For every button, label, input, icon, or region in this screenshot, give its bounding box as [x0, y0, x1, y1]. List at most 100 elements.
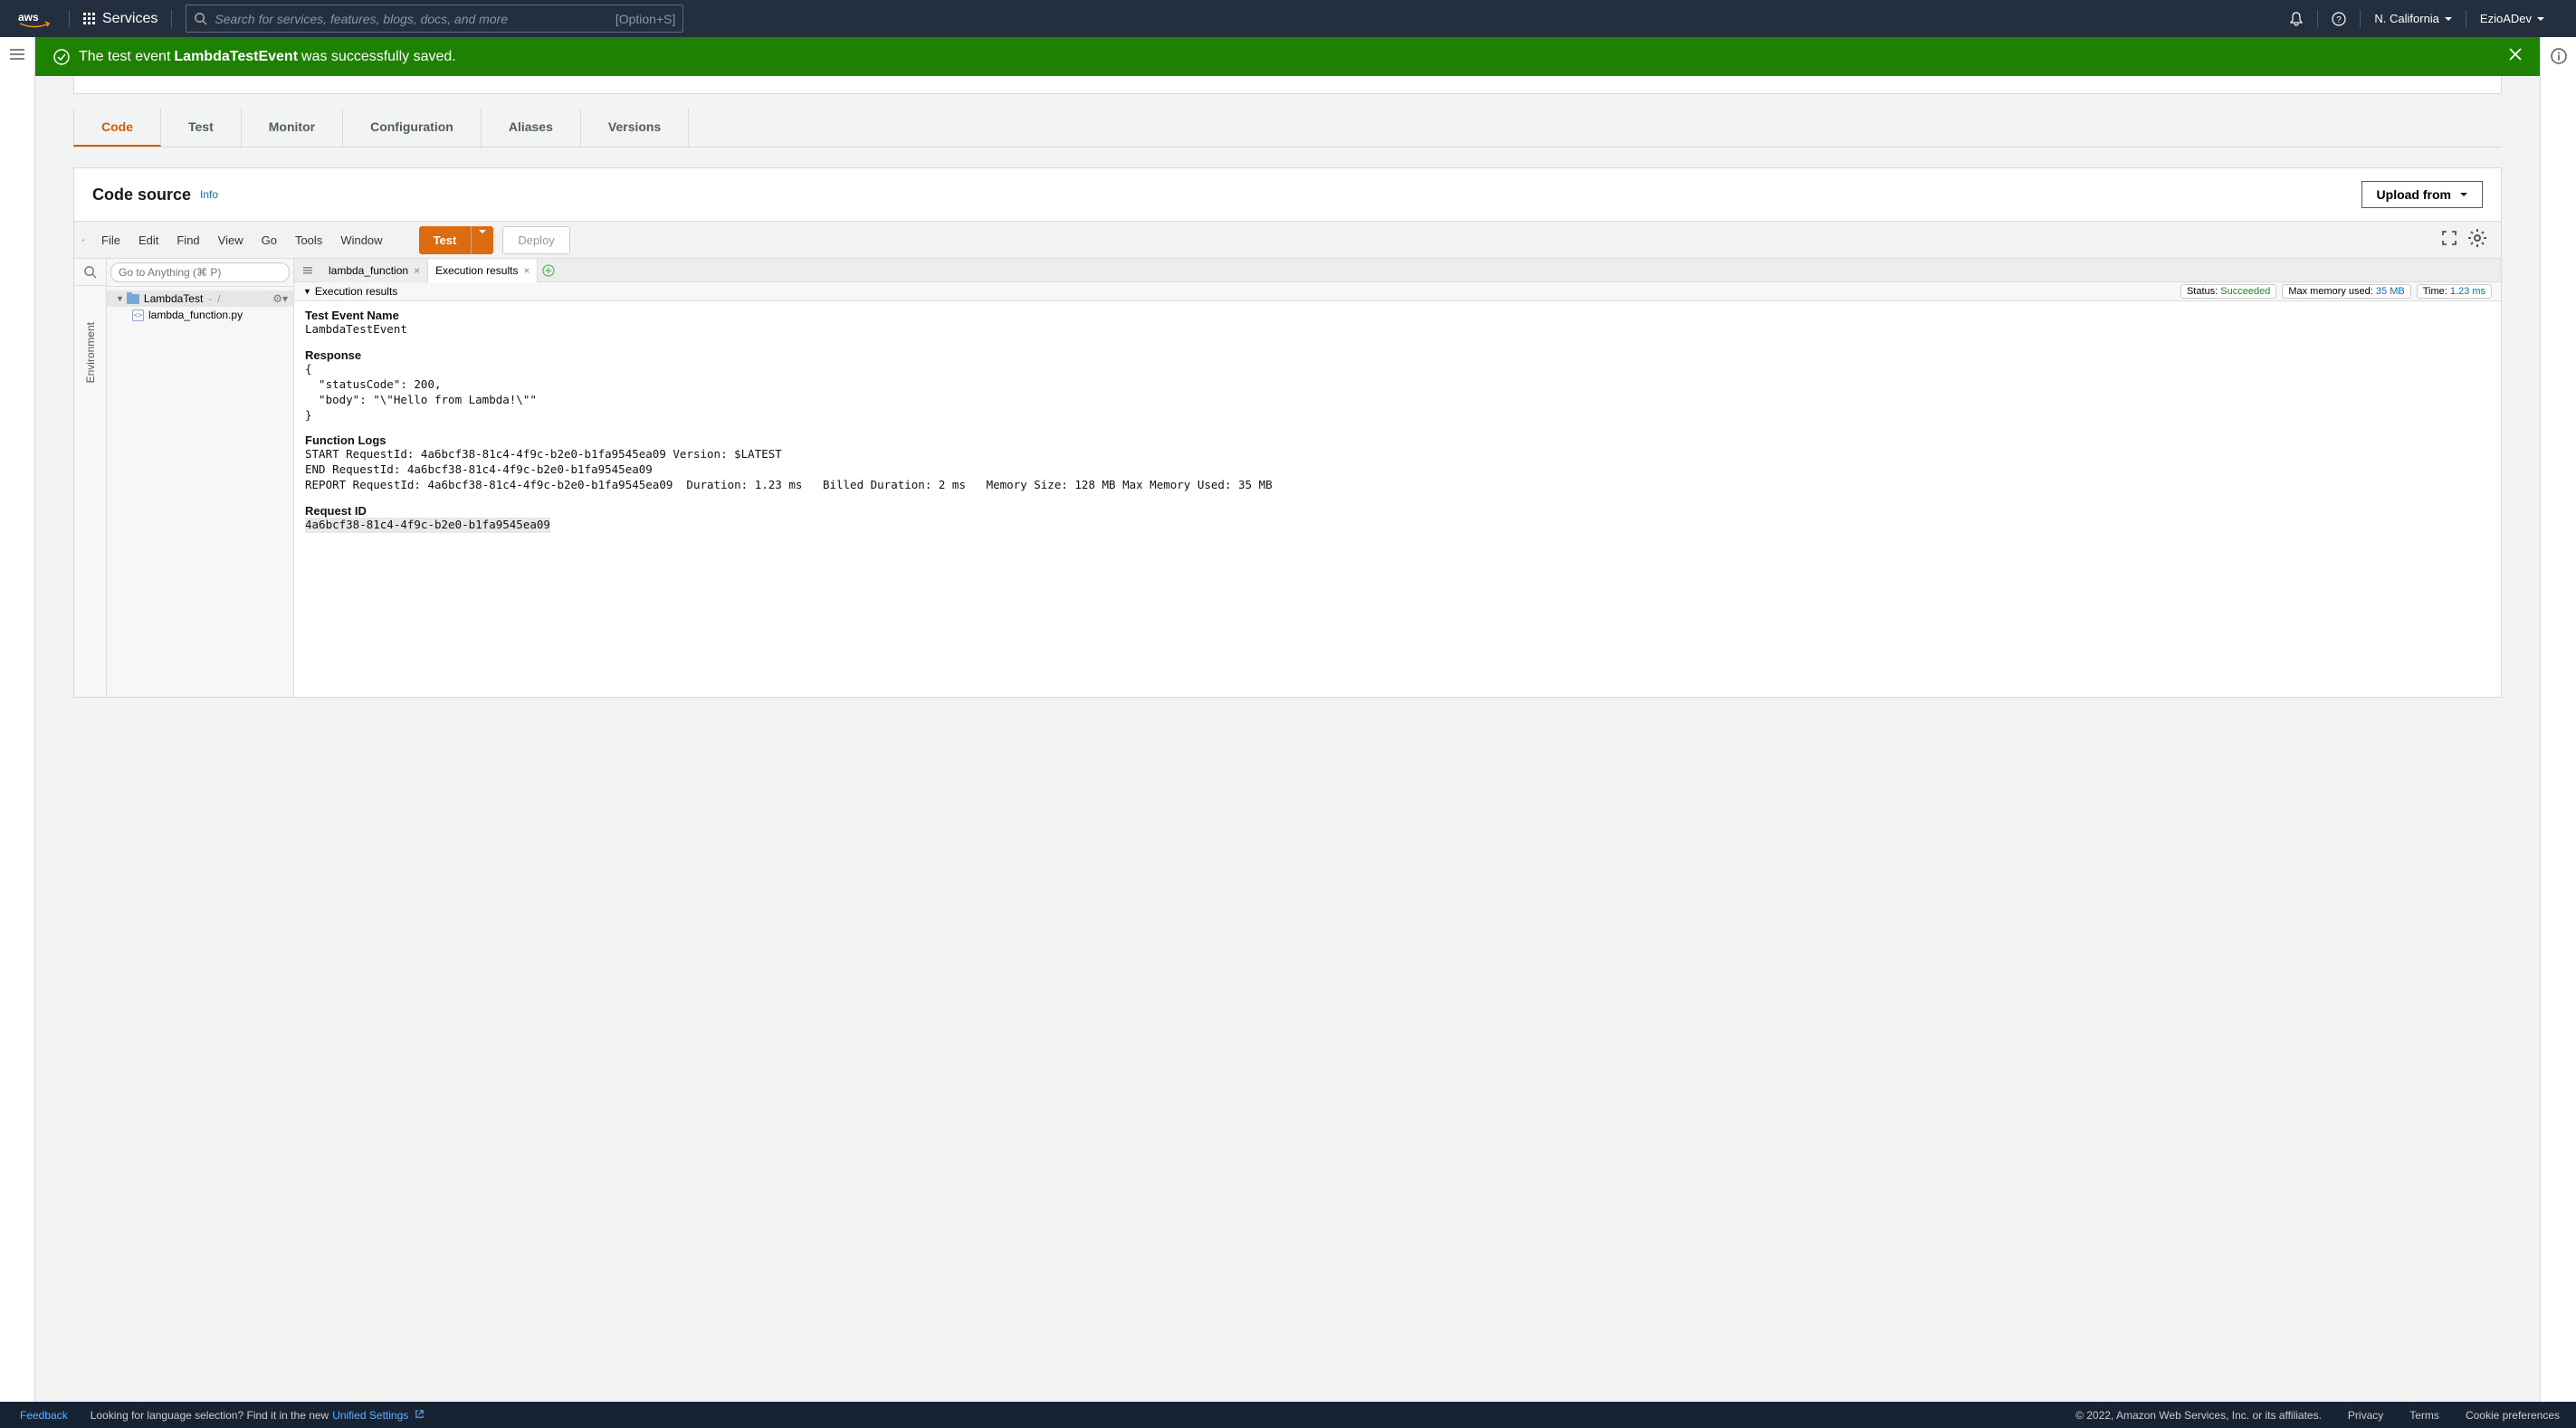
ide-test-dropdown[interactable] [471, 226, 493, 254]
tree-folder-root[interactable]: ▼ LambdaTest - / ⚙▾ [107, 290, 293, 307]
svg-text:aws: aws [18, 11, 39, 24]
flash-text-prefix: The test event [79, 49, 170, 65]
menubar-collapse-button[interactable] [74, 235, 92, 244]
exec-header-label: Execution results [315, 285, 397, 298]
ide-test-button[interactable]: Test [419, 226, 472, 254]
chevron-down-icon [2445, 17, 2452, 21]
search-icon [83, 265, 97, 279]
info-link[interactable]: Info [200, 188, 218, 201]
ide-search-panel-button[interactable] [74, 259, 106, 286]
tree-folder-path: / [217, 292, 220, 305]
tree-settings-button[interactable]: ⚙▾ [272, 292, 288, 305]
menu-tools[interactable]: Tools [286, 233, 331, 247]
search-input[interactable] [215, 12, 615, 26]
function-tabs: Code Test Monitor Configuration Aliases … [73, 109, 2502, 148]
tab-monitor[interactable]: Monitor [242, 109, 343, 147]
region-label: N. California [2374, 12, 2439, 25]
editor-tab-results-label: Execution results [435, 264, 518, 277]
expand-icon [2442, 231, 2457, 245]
header-right: ? N. California EzioADev [2275, 0, 2558, 37]
editor-tab-file[interactable]: lambda_function × [321, 259, 428, 282]
status-pill: Status: Succeeded [2180, 284, 2276, 299]
gear-icon [2467, 228, 2487, 248]
menu-edit[interactable]: Edit [129, 233, 167, 247]
menu-view[interactable]: View [209, 233, 253, 247]
tab-configuration[interactable]: Configuration [343, 109, 482, 147]
search-shortcut: [Option+S] [615, 12, 676, 26]
chevron-down-icon [2537, 17, 2544, 21]
tree-file-name: lambda_function.py [148, 309, 243, 321]
tab-aliases[interactable]: Aliases [482, 109, 581, 147]
services-label: Services [102, 11, 157, 27]
tab-versions[interactable]: Versions [581, 109, 689, 147]
terms-link[interactable]: Terms [2409, 1409, 2439, 1422]
chevron-down-icon [479, 230, 486, 247]
flash-success: The test event LambdaTestEvent was succe… [35, 37, 2540, 76]
editor-tab-results[interactable]: Execution results × [428, 259, 538, 282]
account-dropdown[interactable]: EzioADev [2466, 12, 2558, 25]
time-value: 1.23 ms [2450, 286, 2485, 297]
top-header: aws Services [Option+S] ? N. California … [0, 0, 2576, 37]
new-tab-button[interactable] [538, 264, 559, 277]
test-event-value: LambdaTestEvent [305, 322, 407, 336]
response-body: { "statusCode": 200, "body": "\"Hello fr… [305, 362, 537, 422]
tab-strip-scroll[interactable] [294, 265, 321, 276]
reqid-section: Request ID 4a6bcf38-81c4-4f9c-b2e0-b1fa9… [305, 504, 2490, 533]
main-content: The test event LambdaTestEvent was succe… [35, 37, 2540, 1402]
status-prefix: Status: [2187, 286, 2218, 297]
test-event-section: Test Event Name LambdaTestEvent [305, 309, 2490, 338]
mem-prefix: Max memory used: [2288, 286, 2373, 297]
path-separator: - [208, 292, 212, 305]
editor-area: lambda_function × Execution results × [294, 259, 2501, 697]
right-rail [2540, 37, 2576, 1402]
nav-toggle-button[interactable] [10, 48, 24, 1402]
flash-event-name: LambdaTestEvent [174, 49, 298, 65]
cookie-prefs-link[interactable]: Cookie preferences [2466, 1409, 2560, 1422]
global-search[interactable]: [Option+S] [186, 5, 683, 33]
privacy-link[interactable]: Privacy [2348, 1409, 2383, 1422]
tab-test[interactable]: Test [161, 109, 242, 147]
menu-window[interactable]: Window [331, 233, 391, 247]
menu-find[interactable]: Find [167, 233, 208, 247]
close-icon[interactable]: × [414, 264, 420, 277]
close-icon[interactable]: × [523, 264, 530, 277]
goto-anything-input[interactable] [110, 262, 290, 282]
bell-icon [2289, 12, 2304, 26]
chevron-down-icon: ▼ [116, 294, 124, 303]
external-link-icon [415, 1409, 425, 1419]
feedback-link[interactable]: Feedback [20, 1409, 68, 1422]
flash-text-suffix: was successfully saved. [301, 49, 456, 65]
copyright: © 2022, Amazon Web Services, Inc. or its… [2075, 1409, 2322, 1422]
fullscreen-button[interactable] [2442, 231, 2457, 250]
environment-panel-label[interactable]: Environment [84, 322, 97, 383]
svg-text:?: ? [2337, 15, 2342, 25]
services-button[interactable]: Services [70, 0, 171, 37]
help-button[interactable]: ? [2318, 0, 2360, 37]
tree-file-item[interactable]: <> lambda_function.py [107, 307, 293, 323]
menu-file[interactable]: File [92, 233, 129, 247]
tree-root: ▼ LambdaTest - / ⚙▾ <> [107, 287, 293, 327]
aws-logo[interactable]: aws [18, 10, 51, 28]
divider [171, 10, 172, 28]
menu-go[interactable]: Go [253, 233, 286, 247]
tree-search [107, 259, 293, 287]
memory-pill: Max memory used: 35 MB [2282, 284, 2410, 299]
region-dropdown[interactable]: N. California [2361, 12, 2466, 25]
flash-close-button[interactable] [2509, 48, 2522, 65]
chevron-down-icon[interactable]: ▼ [303, 287, 311, 296]
help-icon: ? [2332, 12, 2346, 26]
settings-button[interactable] [2467, 228, 2487, 252]
python-file-icon: <> [132, 309, 144, 321]
help-panel-button[interactable] [2551, 48, 2567, 1402]
code-source-header: Code source Info Upload from [74, 168, 2501, 221]
tab-code[interactable]: Code [73, 109, 161, 147]
check-circle-icon [53, 49, 70, 65]
ide-body: Environment ▼ LambdaTest [74, 259, 2501, 697]
code-source-card: Code source Info Upload from File Edit F… [73, 167, 2502, 698]
notifications-button[interactable] [2275, 0, 2317, 37]
footer-right: © 2022, Amazon Web Services, Inc. or its… [2075, 1409, 2560, 1422]
ide-deploy-button[interactable]: Deploy [502, 226, 569, 254]
unified-settings-link[interactable]: Unified Settings [332, 1409, 424, 1422]
upload-from-button[interactable]: Upload from [2361, 181, 2483, 208]
logs-section: Function Logs START RequestId: 4a6bcf38-… [305, 433, 2490, 493]
